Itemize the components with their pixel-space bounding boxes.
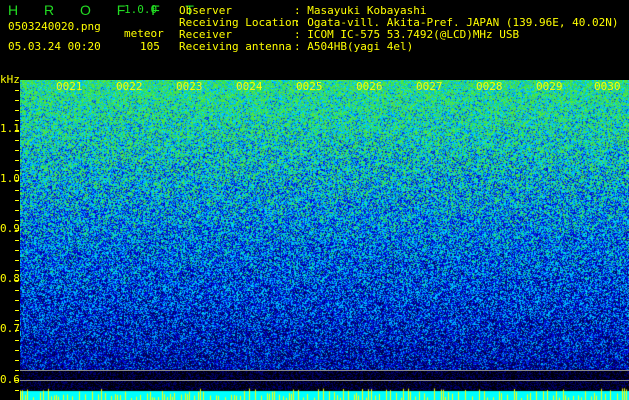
y-tick bbox=[15, 190, 19, 191]
y-tick bbox=[15, 310, 19, 311]
y-tick bbox=[15, 170, 19, 171]
info-key: Receiving antenna bbox=[179, 40, 292, 53]
y-tick-label: 0.9 bbox=[0, 222, 20, 235]
x-tick-label: 0030 bbox=[594, 80, 621, 93]
y-tick bbox=[15, 240, 19, 241]
band-line bbox=[20, 380, 629, 381]
spectrogram bbox=[20, 80, 629, 400]
y-tick-label: 1.1 bbox=[0, 122, 20, 135]
y-tick bbox=[15, 300, 19, 301]
y-tick bbox=[15, 340, 19, 341]
file-name: 0503240020.png bbox=[8, 20, 101, 33]
y-tick-label: 1.0 bbox=[0, 172, 20, 185]
y-tick bbox=[15, 150, 19, 151]
band-line bbox=[20, 370, 629, 371]
x-tick-label: 0021 bbox=[56, 80, 83, 93]
y-tick bbox=[15, 130, 19, 131]
y-tick bbox=[15, 390, 19, 391]
x-tick-label: 0029 bbox=[536, 80, 563, 93]
y-tick bbox=[15, 90, 19, 91]
x-tick-label: 0028 bbox=[476, 80, 503, 93]
app-version: 1.0.0 bbox=[124, 3, 158, 16]
y-tick bbox=[15, 230, 19, 231]
y-tick bbox=[15, 320, 19, 321]
y-tick bbox=[15, 250, 19, 251]
meteor-count: 105 bbox=[140, 40, 160, 53]
app-title: H R O F F T bbox=[8, 2, 205, 18]
y-tick bbox=[15, 370, 19, 371]
y-tick bbox=[15, 350, 19, 351]
y-tick bbox=[15, 380, 19, 381]
x-tick-label: 0024 bbox=[236, 80, 263, 93]
y-tick bbox=[15, 120, 19, 121]
y-tick bbox=[15, 260, 19, 261]
x-tick-label: 0025 bbox=[296, 80, 323, 93]
y-tick bbox=[15, 140, 19, 141]
x-tick-label: 0026 bbox=[356, 80, 383, 93]
y-tick bbox=[15, 110, 19, 111]
y-tick bbox=[15, 200, 19, 201]
y-tick bbox=[15, 100, 19, 101]
x-tick-label: 0022 bbox=[116, 80, 143, 93]
y-unit-label: kHz bbox=[0, 73, 20, 86]
y-tick bbox=[15, 360, 19, 361]
y-tick bbox=[15, 280, 19, 281]
y-tick bbox=[15, 220, 19, 221]
x-tick-label: 0027 bbox=[416, 80, 443, 93]
y-tick bbox=[15, 210, 19, 211]
y-tick-label: 0.8 bbox=[0, 272, 20, 285]
y-tick bbox=[15, 270, 19, 271]
antenna-value: A504HB(yagi 4el) bbox=[307, 40, 414, 53]
info-value: : A504HB(yagi 4el) bbox=[294, 40, 414, 53]
meteor-label: meteor bbox=[124, 27, 164, 40]
y-tick-label: 0.7 bbox=[0, 322, 20, 335]
y-tick bbox=[15, 290, 19, 291]
file-datetime: 05.03.24 00:20 bbox=[8, 40, 101, 53]
y-tick bbox=[15, 160, 19, 161]
y-tick bbox=[15, 330, 19, 331]
x-tick-label: 0023 bbox=[176, 80, 203, 93]
y-tick bbox=[15, 180, 19, 181]
